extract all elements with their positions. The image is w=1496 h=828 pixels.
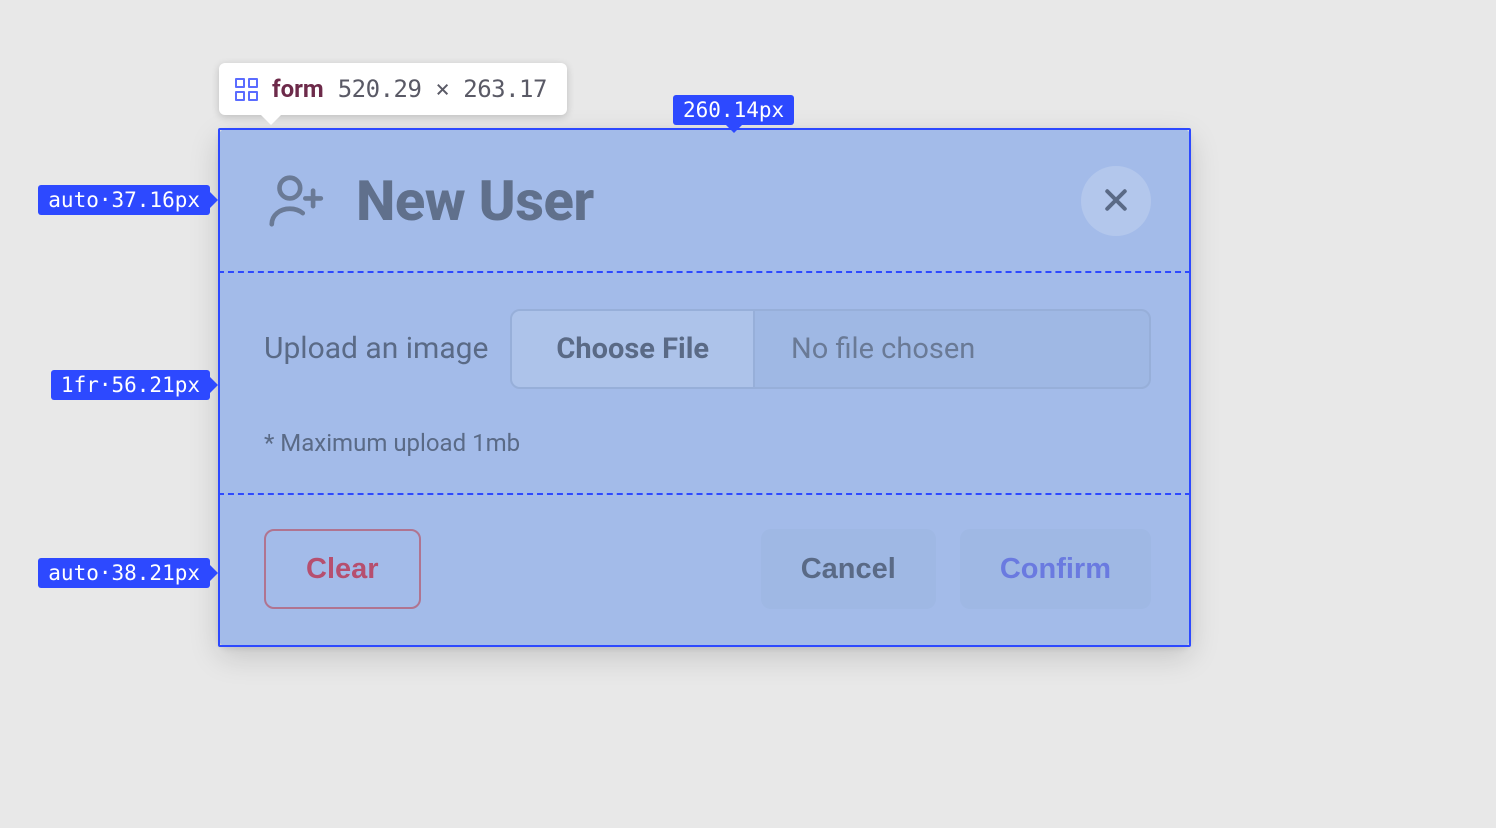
file-input[interactable]: Choose File No file chosen bbox=[510, 309, 1151, 389]
close-button[interactable] bbox=[1081, 166, 1151, 236]
grid-icon bbox=[235, 78, 258, 101]
new-user-dialog: New User Upload an image Choose File No … bbox=[218, 128, 1191, 647]
tooltip-dimensions: 520.29 × 263.17 bbox=[338, 75, 547, 103]
grid-row-size-badge: 1fr·56.21px bbox=[51, 370, 210, 400]
cancel-button[interactable]: Cancel bbox=[761, 529, 936, 609]
dialog-body: Upload an image Choose File No file chos… bbox=[264, 268, 1151, 497]
grid-column-size-badge: 260.14px bbox=[673, 95, 794, 125]
new-user-form: New User Upload an image Choose File No … bbox=[218, 128, 1191, 647]
close-icon bbox=[1101, 185, 1131, 218]
person-plus-icon bbox=[264, 170, 326, 232]
grid-row-size-badge: auto·38.21px bbox=[38, 558, 210, 588]
tooltip-tag: form bbox=[272, 75, 324, 103]
inspect-tooltip: form 520.29 × 263.17 bbox=[219, 63, 567, 115]
dialog-title: New User bbox=[356, 168, 594, 234]
grid-row-size-badge: auto·37.16px bbox=[38, 185, 210, 215]
confirm-button[interactable]: Confirm bbox=[960, 529, 1151, 609]
upload-row: Upload an image Choose File No file chos… bbox=[264, 309, 1151, 389]
clear-button[interactable]: Clear bbox=[264, 529, 421, 609]
upload-label: Upload an image bbox=[264, 331, 488, 366]
file-status-text: No file chosen bbox=[755, 311, 1149, 387]
upload-hint: * Maximum upload 1mb bbox=[264, 429, 1151, 457]
dialog-footer: Clear Cancel Confirm bbox=[264, 529, 1151, 609]
choose-file-button[interactable]: Choose File bbox=[512, 311, 755, 387]
dialog-header: New User bbox=[264, 166, 1151, 236]
